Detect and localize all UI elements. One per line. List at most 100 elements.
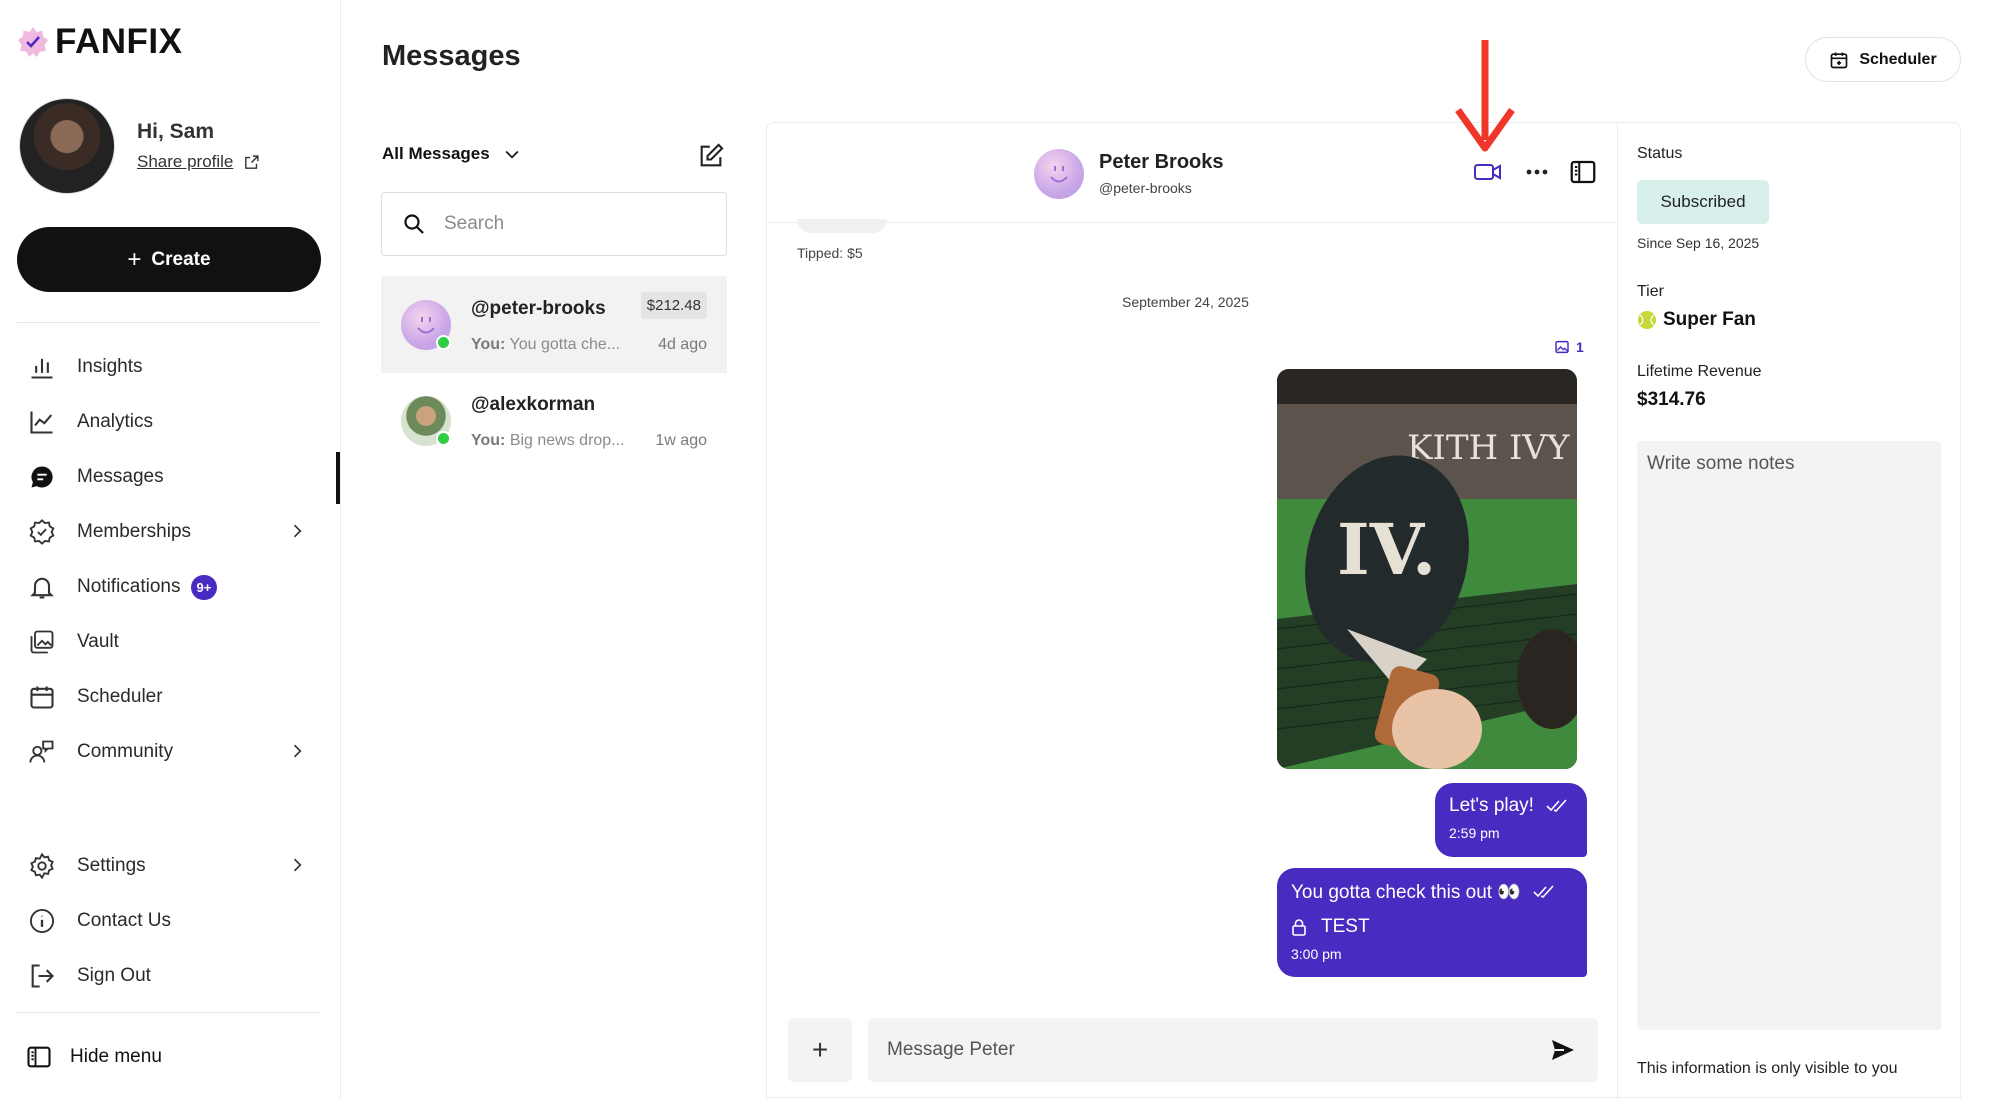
online-indicator bbox=[436, 431, 451, 446]
conversation-preview: You: You gotta che... bbox=[471, 336, 620, 354]
sidebar-item-settings[interactable]: Settings bbox=[27, 846, 317, 886]
chevron-down-icon bbox=[505, 150, 519, 159]
sidebar-item-label: Vault bbox=[77, 631, 119, 652]
message-text: You gotta check this out 👀 bbox=[1291, 882, 1521, 903]
sidebar-item-label: Scheduler bbox=[77, 686, 163, 707]
bar-chart-icon bbox=[27, 352, 57, 382]
attach-button[interactable]: + bbox=[788, 1018, 852, 1082]
padel-racket-photo: KITH IVY IV. bbox=[1277, 369, 1577, 769]
sidebar-item-memberships[interactable]: Memberships bbox=[27, 512, 317, 552]
message-text: Let's play! bbox=[1449, 795, 1534, 816]
messages-filter-dropdown[interactable]: All Messages bbox=[382, 144, 522, 164]
message-time: 2:59 pm bbox=[1449, 825, 1500, 841]
conversation-preview: You: Big news drop... bbox=[471, 432, 625, 450]
preview-text: You gotta che... bbox=[509, 336, 621, 353]
notes-textarea[interactable]: Write some notes bbox=[1637, 441, 1941, 1030]
sidebar-item-label: Settings bbox=[77, 855, 146, 876]
subscribed-since: Since Sep 16, 2025 bbox=[1637, 235, 1760, 251]
chat-panel: Peter Brooks @peter-brooks Tipped: $5 Se… bbox=[766, 122, 1961, 1099]
images-icon bbox=[27, 627, 57, 657]
calendar-plus-icon bbox=[1830, 52, 1848, 68]
sidebar-item-community[interactable]: Community bbox=[27, 732, 317, 772]
community-icon bbox=[27, 737, 57, 767]
external-link-icon bbox=[245, 154, 259, 169]
sidebar-panel-icon bbox=[1570, 160, 1596, 184]
sidebar-item-label: Community bbox=[77, 741, 174, 762]
sign-out-icon bbox=[27, 961, 57, 991]
send-button[interactable] bbox=[1550, 1038, 1576, 1068]
hide-menu-label: Hide menu bbox=[70, 1046, 162, 1067]
create-button[interactable]: + Create bbox=[17, 227, 321, 292]
conversation-item[interactable]: @alexkorman You: Big news drop... 1w ago bbox=[381, 372, 727, 469]
sidebar-item-insights[interactable]: Insights bbox=[27, 347, 317, 387]
lock-icon bbox=[1292, 919, 1306, 936]
share-profile-label: Share profile bbox=[137, 152, 234, 171]
image-icon bbox=[1555, 340, 1569, 354]
brand-logo[interactable]: FANFIX bbox=[17, 22, 182, 62]
avatar[interactable] bbox=[1034, 149, 1084, 199]
revenue-value: $314.76 bbox=[1637, 389, 1706, 410]
more-options-button[interactable] bbox=[1525, 159, 1549, 190]
message-time: 3:00 pm bbox=[1291, 946, 1342, 962]
plus-icon: + bbox=[811, 1034, 829, 1065]
message-bubble-sent[interactable]: You gotta check this out 👀 TEST 3:00 pm bbox=[1277, 868, 1587, 977]
compose-button[interactable] bbox=[697, 142, 725, 175]
bell-icon bbox=[27, 572, 57, 602]
more-horizontal-icon bbox=[1526, 169, 1548, 175]
notifications-badge: 9+ bbox=[190, 574, 218, 600]
video-camera-icon bbox=[1474, 164, 1501, 180]
filter-label: All Messages bbox=[382, 144, 490, 163]
chat-contact-name[interactable]: Peter Brooks bbox=[1099, 151, 1224, 174]
visibility-note: This information is only visible to you bbox=[1637, 1060, 1898, 1077]
video-call-button[interactable] bbox=[1473, 159, 1503, 190]
sidebar-item-label: Sign Out bbox=[77, 965, 151, 986]
share-profile-link[interactable]: Share profile bbox=[137, 152, 260, 172]
message-input-placeholder: Message Peter bbox=[887, 1039, 1015, 1060]
preview-prefix: You: bbox=[471, 336, 506, 353]
fanfix-logo-icon bbox=[18, 27, 48, 57]
toggle-details-button[interactable] bbox=[1568, 157, 1598, 192]
scheduler-button-label: Scheduler bbox=[1859, 50, 1937, 68]
sidebar-item-analytics[interactable]: Analytics bbox=[27, 402, 317, 442]
conversation-handle: @peter-brooks bbox=[471, 298, 606, 319]
double-check-icon bbox=[1533, 885, 1554, 898]
conversation-handle: @alexkorman bbox=[471, 394, 596, 415]
hide-menu-button[interactable]: Hide menu bbox=[24, 1037, 314, 1077]
preview-text: Big news drop... bbox=[509, 432, 625, 449]
sidebar-item-scheduler[interactable]: Scheduler bbox=[27, 677, 317, 717]
smiley-icon bbox=[1050, 166, 1068, 183]
conversation-amount: $212.48 bbox=[640, 292, 707, 319]
sidebar-divider bbox=[17, 1012, 321, 1013]
conversation-item[interactable]: @peter-brooks $212.48 You: You gotta che… bbox=[381, 276, 727, 373]
image-count-value: 1 bbox=[1576, 339, 1584, 355]
chevron-right-icon bbox=[287, 855, 307, 881]
svg-text:IV.: IV. bbox=[1337, 508, 1436, 591]
profile-avatar[interactable] bbox=[19, 98, 115, 194]
conversation-time: 1w ago bbox=[655, 432, 707, 449]
scheduler-button[interactable]: Scheduler bbox=[1805, 37, 1961, 82]
sidebar-item-signout[interactable]: Sign Out bbox=[27, 956, 317, 996]
sidebar-item-notifications[interactable]: Notifications 9+ bbox=[27, 567, 317, 607]
revenue-label: Lifetime Revenue bbox=[1637, 363, 1762, 380]
plus-icon: + bbox=[127, 245, 142, 273]
page-title: Messages bbox=[382, 40, 521, 72]
search-icon bbox=[404, 214, 424, 234]
sidebar-item-label: Notifications bbox=[77, 576, 181, 597]
status-label: Status bbox=[1637, 145, 1683, 162]
calendar-icon bbox=[27, 682, 57, 712]
sidebar-item-contact[interactable]: Contact Us bbox=[27, 901, 317, 941]
search-input[interactable]: Search bbox=[381, 192, 727, 256]
brand-name: FANFIX bbox=[55, 22, 183, 61]
notes-placeholder: Write some notes bbox=[1647, 453, 1795, 474]
message-bubble-sent[interactable]: Let's play! 2:59 pm bbox=[1435, 783, 1587, 857]
sidebar-item-label: Messages bbox=[77, 466, 164, 487]
sidebar-item-messages[interactable]: Messages bbox=[27, 457, 317, 497]
sidebar-item-vault[interactable]: Vault bbox=[27, 622, 317, 662]
sidebar-item-label: Memberships bbox=[77, 521, 192, 542]
profile-greeting: Hi, Sam bbox=[137, 120, 215, 143]
sidebar-item-label: Analytics bbox=[77, 411, 154, 432]
tier-label: Tier bbox=[1637, 283, 1664, 300]
message-photo[interactable]: KITH IVY IV. bbox=[1277, 369, 1577, 769]
message-input[interactable]: Message Peter bbox=[868, 1018, 1598, 1082]
chevron-right-icon bbox=[287, 741, 307, 767]
